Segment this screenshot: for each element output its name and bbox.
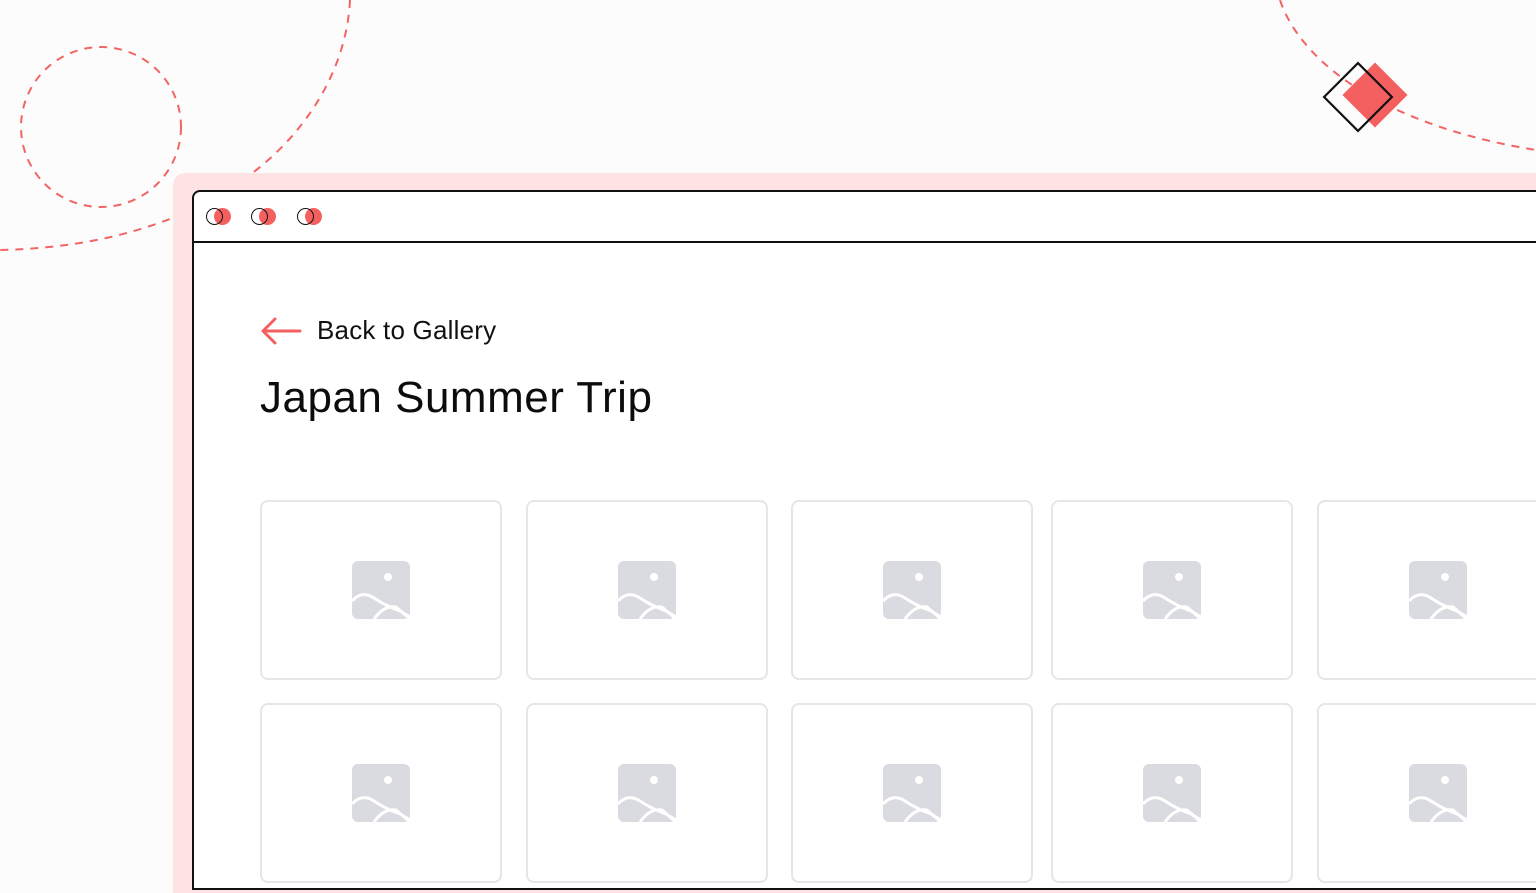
window-titlebar [194,192,1536,243]
photo-thumbnail[interactable] [791,703,1033,883]
image-placeholder-icon [883,561,941,619]
image-placeholder-icon [883,764,941,822]
photo-thumbnail[interactable] [526,500,768,680]
image-placeholder-icon [1143,561,1201,619]
image-placeholder-icon [1143,764,1201,822]
window-control-maximize[interactable] [297,208,325,228]
browser-window: Back to Gallery Japan Summer Trip [192,190,1536,890]
photo-thumbnail[interactable] [260,500,502,680]
red-diamond-decoration [1342,62,1408,128]
dashed-circle-decoration [20,46,182,208]
image-placeholder-icon [618,561,676,619]
image-placeholder-icon [1409,561,1467,619]
photo-thumbnail[interactable] [791,500,1033,680]
image-placeholder-icon [352,561,410,619]
photo-thumbnail[interactable] [1051,703,1293,883]
image-placeholder-icon [1409,764,1467,822]
dashed-arc-decoration-right [1279,0,1536,151]
photo-thumbnail[interactable] [1317,500,1536,680]
image-placeholder-icon [618,764,676,822]
photo-thumbnail[interactable] [526,703,768,883]
image-placeholder-icon [352,764,410,822]
arrow-left-icon [261,317,302,344]
window-control-close[interactable] [206,208,234,228]
window-control-minimize[interactable] [251,208,279,228]
outline-diamond-decoration [1322,61,1394,133]
back-link-label: Back to Gallery [317,315,497,345]
photo-thumbnail[interactable] [260,703,502,883]
photo-thumbnail[interactable] [1317,703,1536,883]
photo-thumbnail[interactable] [1051,500,1293,680]
page-title: Japan Summer Trip [260,373,653,422]
back-to-gallery-link[interactable]: Back to Gallery [260,315,496,346]
page-content: Back to Gallery Japan Summer Trip [194,243,1536,888]
